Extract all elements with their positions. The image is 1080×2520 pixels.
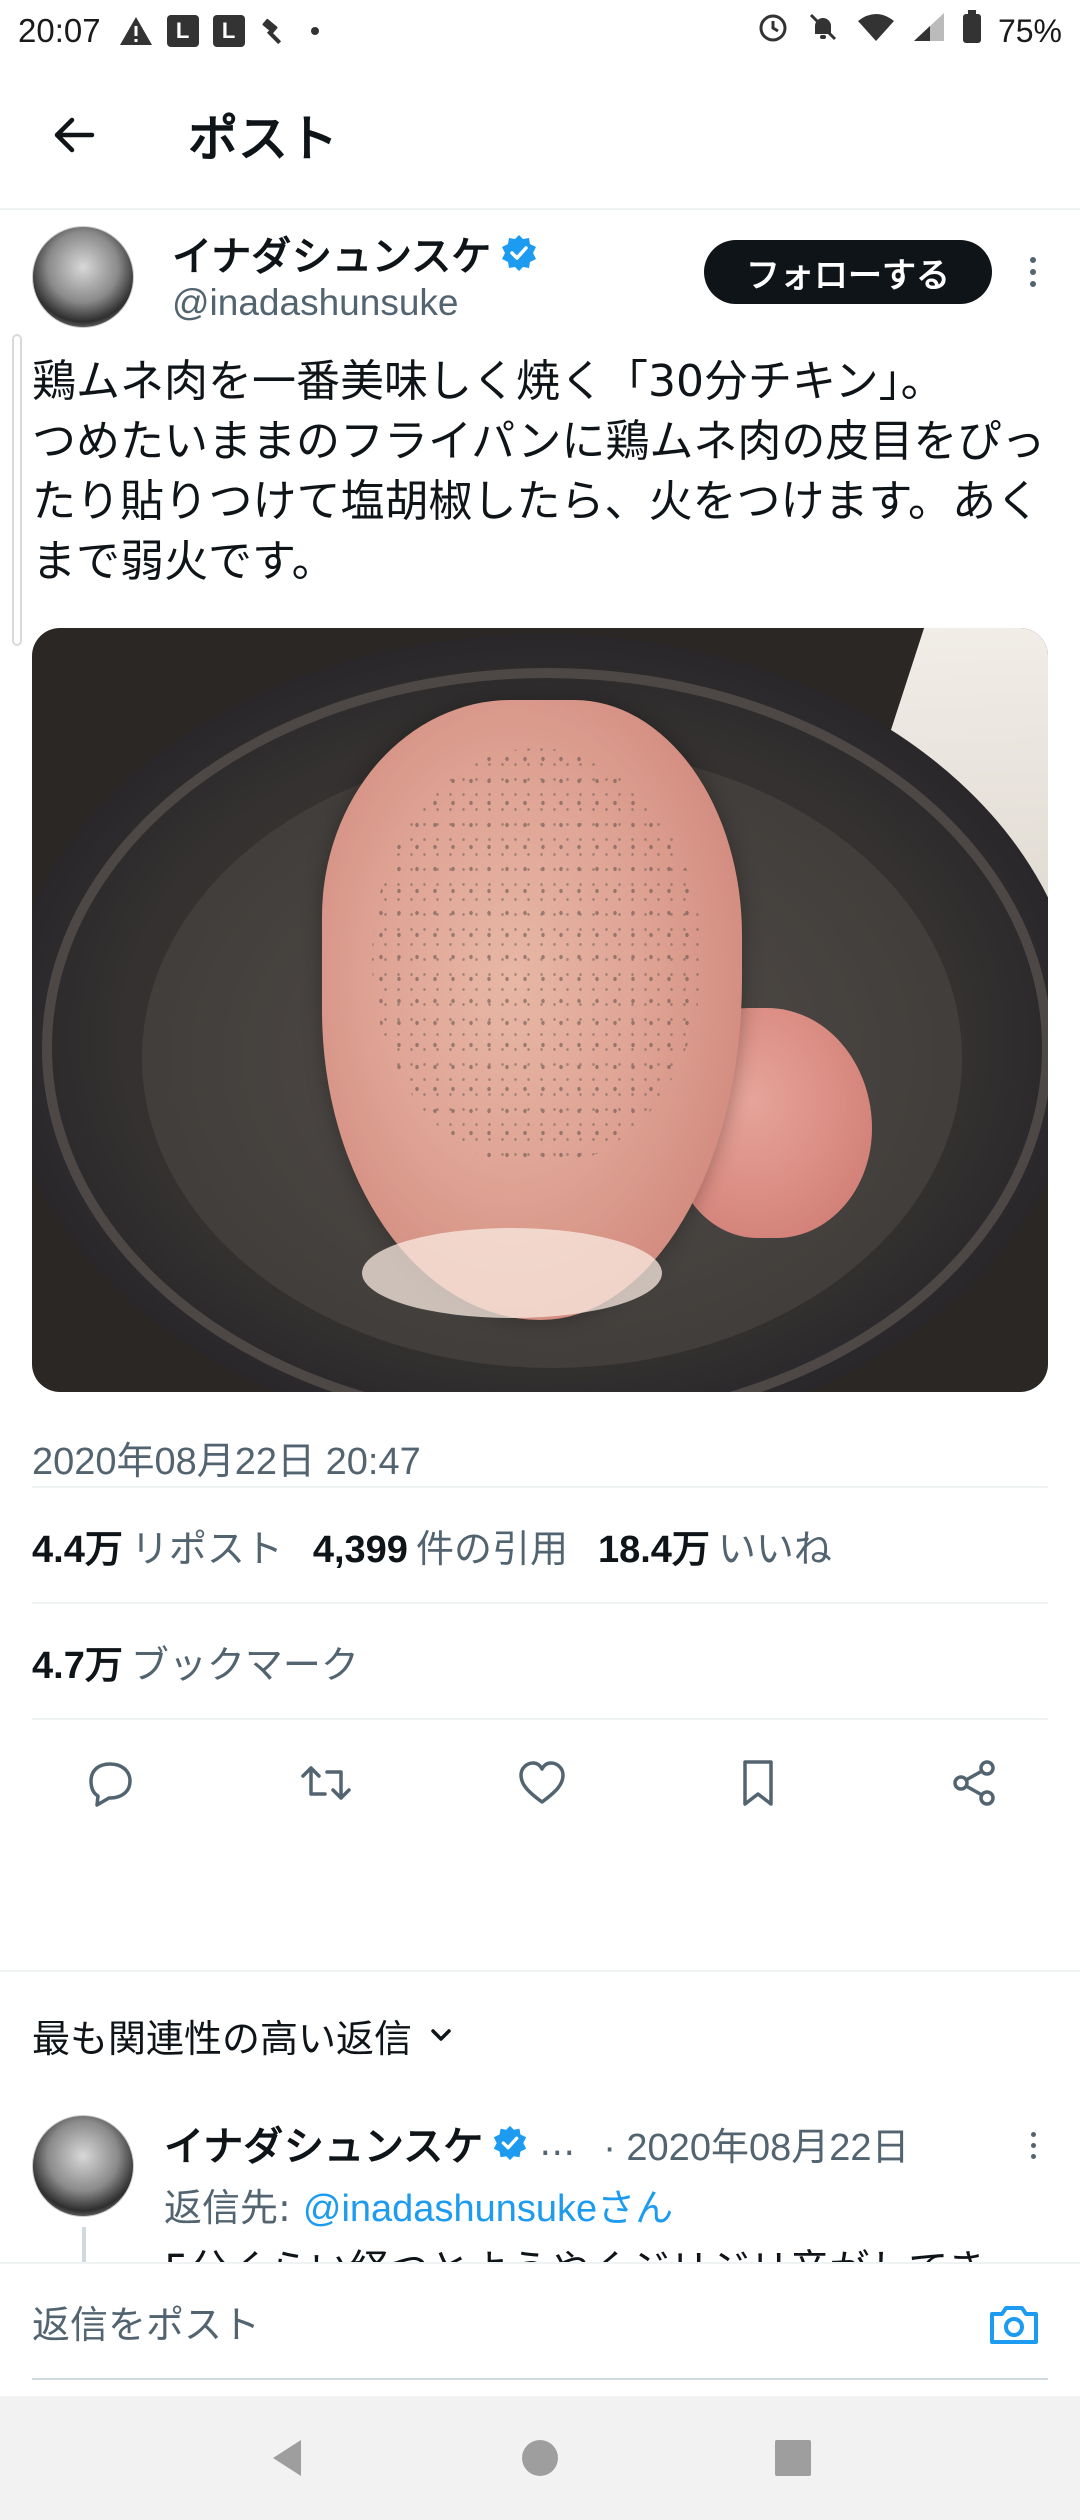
- reply-to-line: 返信先: @inadashunsukeさん: [164, 2177, 1048, 2232]
- reply-button[interactable]: [78, 1751, 142, 1815]
- avatar[interactable]: [32, 2115, 134, 2217]
- bookmark-label: ブックマーク: [130, 1642, 359, 1687]
- app-header: ポスト: [0, 62, 1080, 210]
- page-title: ポスト: [188, 110, 338, 168]
- status-bar: 20:07 L L 75%: [0, 0, 1080, 62]
- verified-badge-icon: [499, 233, 539, 273]
- reply-icon: [89, 1762, 132, 1807]
- arrow-left-icon: [54, 117, 95, 153]
- post-timestamp: 2020年08月22日 20:47: [32, 1441, 421, 1483]
- bookmark-stat[interactable]: 4.7万 ブックマーク: [32, 1634, 359, 1689]
- author-name[interactable]: イナダシュンスケ: [172, 224, 491, 282]
- author-info: イナダシュンスケ @inadashunsuke: [172, 226, 539, 324]
- chicken-skin: [362, 1228, 662, 1318]
- circle-home-icon: [521, 2440, 558, 2476]
- nav-back-button[interactable]: [257, 2428, 317, 2488]
- warning-icon: [119, 16, 153, 46]
- reply-input[interactable]: 返信をポスト: [32, 2294, 260, 2349]
- post-text: 鶏ムネ肉を一番美味しく焼く「30分チキン」。 つめたいままのフライパンに鶏ムネ肉…: [32, 356, 1046, 587]
- alarm-icon: [756, 10, 790, 52]
- like-stat[interactable]: 18.4万 いいね: [598, 1518, 832, 1573]
- bookmark-stats-row: 4.7万 ブックマーク: [32, 1604, 1048, 1718]
- reply-body: イナダシュンスケ … · 2020年08月22日 返信先: @inadashun…: [164, 2115, 1048, 2272]
- quote-stat[interactable]: 4,399 件の引用: [313, 1518, 568, 1573]
- notification-dot-icon: [310, 27, 319, 35]
- verified-badge-icon: [491, 2124, 529, 2162]
- action-bar: [32, 1720, 1048, 1846]
- quote-label: 件の引用: [415, 1526, 568, 1571]
- status-right: 75%: [756, 10, 1062, 52]
- like-label: いいね: [717, 1526, 832, 1571]
- nav-recents-button[interactable]: [763, 2428, 823, 2488]
- reply-composer: 返信をポスト: [0, 2262, 1080, 2392]
- stats-row: 4.4万 リポスト 4,399 件の引用 18.4万 いいね: [32, 1488, 1048, 1602]
- hammer-icon: [259, 16, 289, 46]
- section-divider: [0, 1970, 1080, 1972]
- more-options-icon[interactable]: [1018, 248, 1048, 296]
- post-author-row: イナダシュンスケ @inadashunsuke フォローする: [32, 226, 1048, 336]
- l-icon: L: [166, 15, 199, 47]
- quote-count: 4,399: [312, 1528, 408, 1571]
- camera-icon: [990, 2306, 1038, 2344]
- like-count: 18.4万: [597, 1528, 710, 1571]
- reply-to-prefix: 返信先:: [164, 2186, 303, 2230]
- heart-icon: [519, 1761, 565, 1804]
- author-handle[interactable]: @inadashunsuke: [172, 282, 539, 324]
- nav-home-button[interactable]: [510, 2428, 570, 2488]
- wifi-icon: [856, 11, 896, 51]
- reply-sort-label: 最も関連性の高い返信: [32, 2016, 413, 2061]
- share-button[interactable]: [942, 1751, 1006, 1815]
- post-image[interactable]: [32, 628, 1048, 1392]
- battery-icon: [962, 10, 982, 52]
- bookmark-icon: [743, 1760, 773, 1806]
- repost-stat[interactable]: 4.4万 リポスト: [32, 1518, 283, 1573]
- author-name-line: イナダシュンスケ: [172, 226, 539, 280]
- battery-percentage: 75%: [997, 12, 1062, 49]
- composer-underline: [32, 2378, 1048, 2380]
- back-button[interactable]: [24, 85, 124, 185]
- reply-sort-dropdown[interactable]: 最も関連性の高い返信: [32, 2000, 456, 2070]
- repost-label: リポスト: [130, 1526, 283, 1571]
- avatar[interactable]: [32, 226, 134, 328]
- square-recents-icon: [775, 2440, 812, 2476]
- mute-icon: [806, 10, 840, 52]
- reply-header: イナダシュンスケ … · 2020年08月22日: [164, 2115, 1048, 2171]
- triangle-back-icon: [272, 2440, 301, 2476]
- repost-icon: [301, 1766, 351, 1800]
- share-icon: [953, 1760, 995, 1806]
- bookmark-button[interactable]: [726, 1751, 790, 1815]
- l-icon: L: [212, 15, 245, 47]
- pepper-seasoning: [372, 748, 702, 1168]
- reply-date: · 2020年08月22日: [603, 2126, 910, 2169]
- reply-to-mention[interactable]: @inadashunsukeさん: [303, 2188, 673, 2230]
- status-time: 20:07: [18, 12, 101, 49]
- chevron-down-icon: [431, 2029, 451, 2041]
- repost-count: 4.4万: [32, 1528, 123, 1571]
- reply-more-options-icon[interactable]: [1018, 2125, 1048, 2165]
- bookmark-count: 4.7万: [32, 1644, 123, 1687]
- scroll-indicator: [12, 334, 22, 646]
- system-nav-bar: [0, 2396, 1080, 2520]
- reply-name-ellipsis: …: [539, 2122, 576, 2164]
- main-post: イナダシュンスケ @inadashunsuke フォローする 鶏ムネ肉を一番美味…: [32, 226, 1048, 1846]
- repost-button[interactable]: [294, 1751, 358, 1815]
- signal-icon: [912, 11, 946, 51]
- like-button[interactable]: [510, 1751, 574, 1815]
- reply-item[interactable]: イナダシュンスケ … · 2020年08月22日 返信先: @inadashun…: [32, 2115, 1048, 2377]
- follow-button[interactable]: フォローする: [704, 240, 992, 304]
- camera-button[interactable]: [984, 2294, 1044, 2354]
- reply-author-name[interactable]: イナダシュンスケ: [164, 2114, 483, 2172]
